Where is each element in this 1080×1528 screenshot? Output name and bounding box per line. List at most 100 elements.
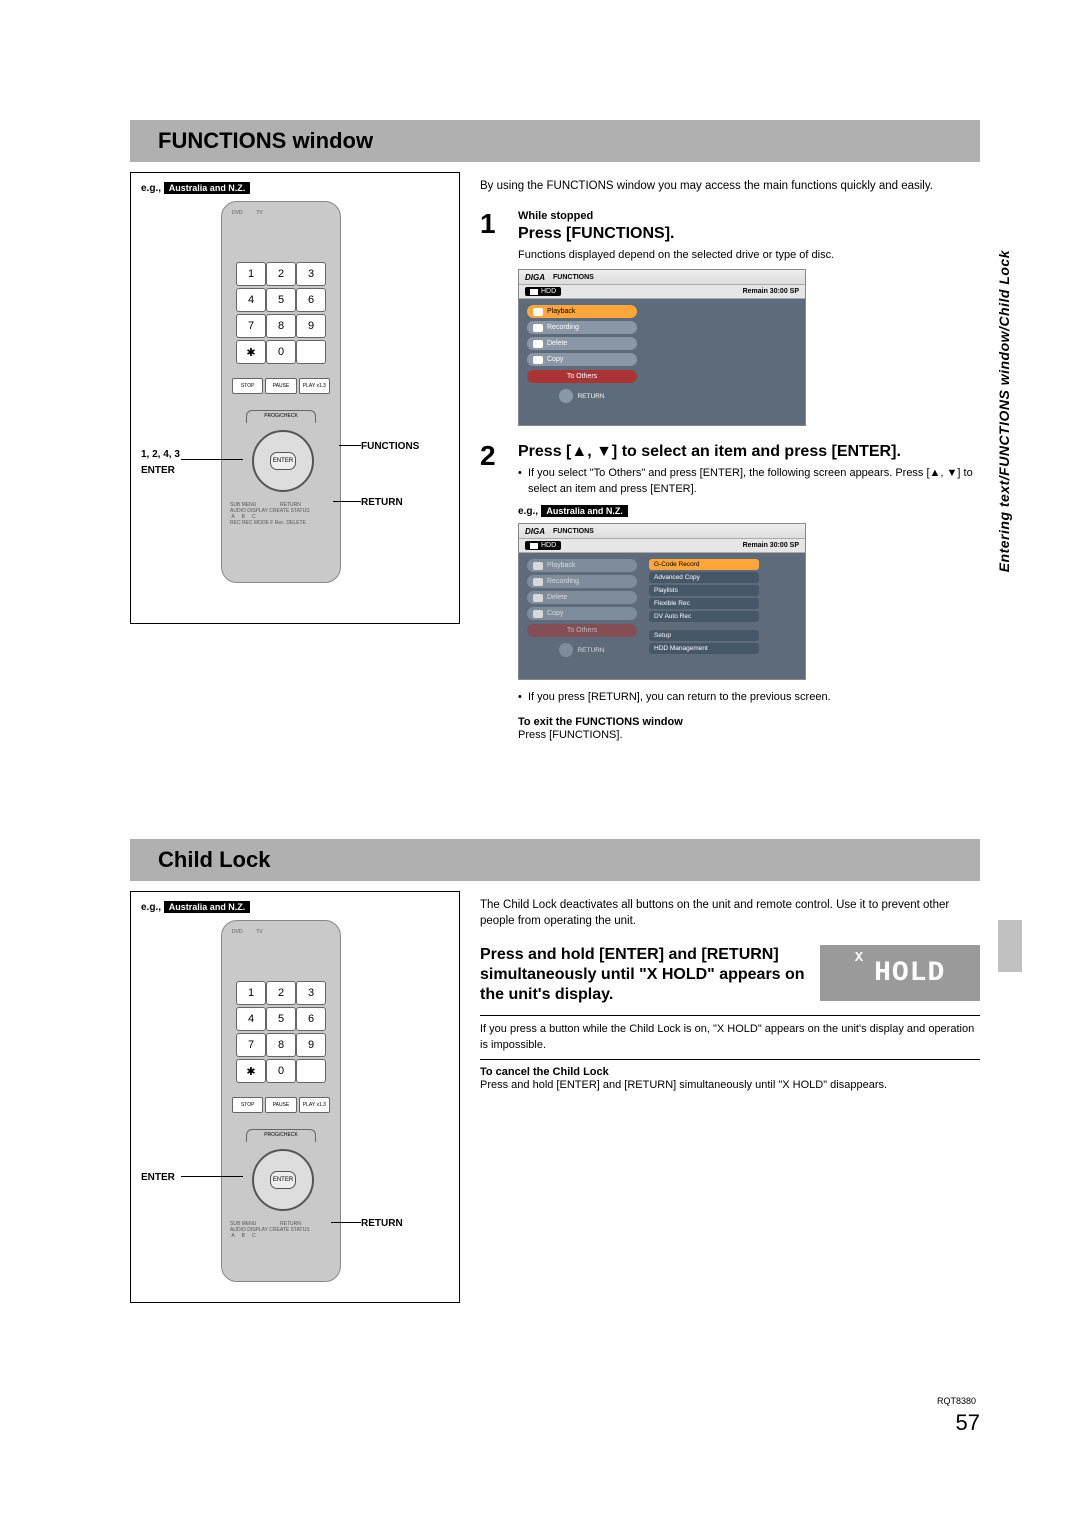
step-1-text: Functions displayed depend on the select… [518,248,980,263]
key-5: 5 [266,1007,296,1031]
cancel-title: To cancel the Child Lock [480,1066,980,1078]
remote-illustration-1: e.g., Australia and N.Z. DVD TV 1 2 3 4 … [130,172,460,624]
osd-row-label: Playback [547,308,575,315]
play-button: PLAY x1.3 [299,378,330,394]
prog-check-label: PROG/CHECK [246,1129,316,1142]
osd-row-label: Playback [547,562,575,569]
osd-right-row: Flexible Rec [649,598,759,609]
tv-label: TV [256,210,262,216]
key-2: 2 [266,262,296,286]
transport-row: STOP PAUSE PLAY x1.3 [232,1097,330,1113]
step-2-after: If you press [RETURN], you can return to… [518,690,980,705]
transport-row: STOP PAUSE PLAY x1.3 [232,378,330,394]
osd-row-delete: Delete [527,337,637,350]
stop-button: STOP [232,378,263,394]
callout-functions: FUNCTIONS [361,441,419,452]
eg-label: e.g., [141,902,161,913]
step-1-title: Press [FUNCTIONS]. [518,224,980,244]
recording-icon [533,578,543,586]
copy-icon [533,356,543,364]
copy-icon [533,610,543,618]
childlock-after: If you press a button while the Child Lo… [480,1022,980,1053]
remote-bottom-labels: SUB MENU RETURNAUDIO DISPLAY CREATE STAT… [230,502,332,526]
prog-check-label: PROG/CHECK [246,410,316,423]
side-tab-marker [998,920,1022,972]
nav-ring: ENTER [252,1149,314,1211]
pause-button: PAUSE [265,378,296,394]
keypad: 1 2 3 4 5 6 7 8 9 ✱ 0 [236,262,324,364]
osd-right-row: Advanced Copy [649,572,759,583]
osd-functions-label: FUNCTIONS [553,274,594,281]
callout-line [181,459,243,460]
key-9: 9 [296,1033,326,1057]
dvd-label: DVD [232,210,243,216]
keypad: 1 2 3 4 5 6 7 8 9 ✱ 0 [236,981,324,1083]
step-1-sub: While stopped [518,210,980,222]
osd-right-row: G-Code Record [649,559,759,570]
callout-return: RETURN [361,497,403,508]
key-3: 3 [296,981,326,1005]
osd-row-label: Recording [547,324,579,331]
region-tag: Australia and N.Z. [164,182,251,194]
osd-row-copy: Copy [527,353,637,366]
divider [480,1015,980,1016]
xhold-x: X [855,945,864,965]
document-code: RQT8380 [937,1396,976,1406]
key-1: 1 [236,981,266,1005]
hdd-pill: HDD [525,287,561,296]
remote-top-icons: DVD TV [232,210,330,258]
osd-return: RETURN [527,643,637,657]
osd-right-row: DV Auto Rec [649,611,759,622]
osd-row: Copy [527,607,637,620]
osd-row-label: Copy [547,610,563,617]
playback-icon [533,562,543,570]
osd-row-label: Delete [547,594,567,601]
remote-illustration-2: e.g., Australia and N.Z. DVD TV 1 2 3 4 … [130,891,460,1303]
key-star: ✱ [236,1059,266,1083]
osd-logo: DIGA [525,273,545,282]
remain-label: Remain 30:00 SP [743,288,799,295]
delete-icon [533,340,543,348]
callout-line [331,1222,361,1223]
eg-label-2: e.g., [518,506,538,517]
exit-title: To exit the FUNCTIONS window [518,716,980,728]
return-label: RETURN [577,647,604,654]
key-6: 6 [296,288,326,312]
region-tag-2: Australia and N.Z. [541,505,628,517]
cancel-text: Press and hold [ENTER] and [RETURN] simu… [480,1078,980,1093]
callout-line [181,1176,243,1177]
key-3: 3 [296,262,326,286]
osd-to-others: To Others [527,624,637,637]
osd-screenshot-2: DIGA FUNCTIONS HDD Remain 30:00 SP Playb… [518,523,806,680]
childlock-intro: The Child Lock deactivates all buttons o… [480,897,980,929]
step-2-bullet: If you select "To Others" and press [ENT… [518,466,980,497]
nav-ring: ENTER [252,430,314,492]
key-hash [296,1059,326,1083]
osd-row-recording: Recording [527,321,637,334]
osd-right-row: Setup [649,630,759,641]
functions-intro: By using the FUNCTIONS window you may ac… [480,178,980,194]
remote-graphic-2: DVD TV 1 2 3 4 5 6 7 8 9 ✱ 0 [221,920,341,1282]
key-9: 9 [296,314,326,338]
osd-right-row: Playlists [649,585,759,596]
stop-button: STOP [232,1097,263,1113]
page-number: 57 [956,1410,980,1436]
osd-row: Recording [527,575,637,588]
key-8: 8 [266,1033,296,1057]
key-1: 1 [236,262,266,286]
osd-row: Playback [527,559,637,572]
xhold-display: X HOLD [820,945,980,1001]
return-label: RETURN [577,393,604,400]
key-7: 7 [236,1033,266,1057]
osd-row-playback: Playback [527,305,637,318]
osd-row-label: Copy [547,356,563,363]
key-4: 4 [236,1007,266,1031]
key-star: ✱ [236,340,266,364]
return-icon [559,643,573,657]
osd-right-row: HDD Management [649,643,759,654]
section-childlock-header: Child Lock [130,839,980,881]
return-icon [559,389,573,403]
remain-label: Remain 30:00 SP [743,542,799,549]
hdd-pill: HDD [525,541,561,550]
step-2-number: 2 [480,442,506,743]
